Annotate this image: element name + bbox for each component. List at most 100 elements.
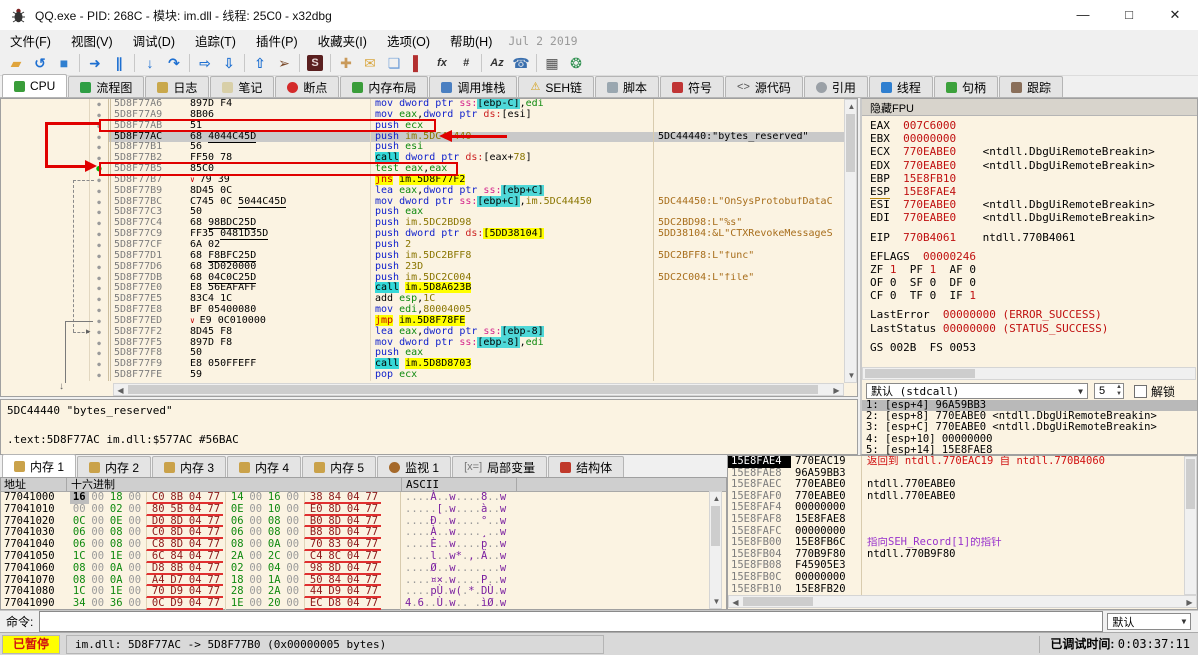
tab-引用[interactable]: 引用 xyxy=(803,76,868,97)
step-out-button[interactable]: ⇩ xyxy=(217,52,241,74)
disasm-row[interactable]: ● 5D8F77FE 59 pop ecx xyxy=(1,369,857,381)
dump-byte[interactable]: C4 xyxy=(304,550,326,563)
disasm-hscrollbar[interactable]: ◀ ▶ xyxy=(113,383,844,396)
dump-byte[interactable]: 77 xyxy=(362,562,381,575)
dump-byte[interactable]: 04 xyxy=(344,550,363,563)
menu-item[interactable]: 追踪(T) xyxy=(185,29,246,52)
register-line[interactable]: ESP 15E8FAE4 xyxy=(870,184,1193,199)
register-line[interactable]: EBX 00000000 xyxy=(870,132,1193,145)
assembler-button[interactable]: Az xyxy=(485,52,509,74)
registers-hscrollbar[interactable] xyxy=(862,367,1196,380)
dump-byte[interactable]: 8B xyxy=(167,562,186,575)
stack-row[interactable]: 15E8FAE4 770EAC19 返回到 ntdll.770EAC19 自 ntd… xyxy=(728,455,1197,468)
register-line[interactable]: ECX 770EABE0 <ntdll.DbgUiRemoteBreakin> xyxy=(870,145,1193,158)
dump-byte[interactable]: 02 xyxy=(107,503,126,516)
register-line[interactable]: ESI 770EABE0 <ntdll.DbgUiRemoteBreakin> xyxy=(870,198,1193,211)
dump-byte[interactable]: 36 xyxy=(107,597,126,610)
dump-byte[interactable]: EC xyxy=(304,597,326,610)
row-dot[interactable]: ● xyxy=(89,370,108,381)
stack-vscrollbar[interactable] xyxy=(1184,456,1197,595)
register-line[interactable]: EDX 770EABE0 <ntdll.DbgUiRemoteBreakin> xyxy=(870,159,1193,172)
register-line[interactable]: ZF 1 PF 1 AF 0 xyxy=(870,263,1193,276)
bottom-tab-局部变量[interactable]: [x=] 局部变量 xyxy=(452,456,548,477)
labels-button[interactable]: ❏ xyxy=(382,52,406,74)
dump-byte[interactable]: 77 xyxy=(204,503,223,516)
stack-row[interactable]: 15E8FB00 15E8FB6C 指向SEH_Record[1]的指针 xyxy=(728,537,1197,549)
registers-pane[interactable]: 隐藏FPU EAX 007C6000 EBX 00000000 ECX 770EAB… xyxy=(860,98,1198,455)
dump-byte[interactable]: 6C xyxy=(146,550,168,563)
row-dot[interactable]: ● xyxy=(89,283,108,295)
dump-byte[interactable]: 8C xyxy=(325,550,344,563)
stack-row[interactable]: 15E8FB0C 00000000 xyxy=(728,571,1197,584)
dump-byte[interactable]: 04 xyxy=(344,597,363,610)
unlock-checkbox[interactable] xyxy=(1134,384,1147,398)
restart-button[interactable]: ↺ xyxy=(28,52,52,74)
dump-byte[interactable]: 00 xyxy=(89,503,108,516)
dump-byte[interactable]: 1E xyxy=(225,597,247,610)
dump-byte[interactable]: 5B xyxy=(167,503,186,516)
row-dot[interactable]: ● xyxy=(89,218,108,230)
tab-日志[interactable]: 日志 xyxy=(145,76,210,97)
row-dot[interactable]: ● xyxy=(89,272,108,284)
dump-byte[interactable]: 00 xyxy=(126,550,145,563)
bottom-tab-内存 5[interactable]: 内存 5 xyxy=(302,456,377,477)
dump-byte[interactable]: 00 xyxy=(126,562,145,575)
dump-byte[interactable]: 04 xyxy=(344,562,363,575)
phone-button[interactable]: ☎ xyxy=(509,52,533,74)
tab-线程[interactable]: 线程 xyxy=(868,76,933,97)
register-line[interactable]: EDI 770EABE0 <ntdll.DbgUiRemoteBreakin> xyxy=(870,211,1193,224)
menu-item[interactable]: 帮助(H) xyxy=(440,29,502,52)
dump-byte[interactable]: 04 xyxy=(186,562,205,575)
dump-byte[interactable]: 04 xyxy=(186,597,205,610)
dump-byte[interactable]: 00 xyxy=(89,550,108,563)
tab-笔记[interactable]: 笔记 xyxy=(210,76,275,97)
dump-byte[interactable]: D8 xyxy=(146,562,168,575)
dump-byte[interactable]: 00 xyxy=(247,562,266,575)
calling-convention-select[interactable]: 默认 (stdcall) ▼ xyxy=(866,383,1088,399)
dump-byte[interactable]: 00 xyxy=(284,503,303,516)
shortcuts-button[interactable]: # xyxy=(454,52,478,74)
dump-vscrollbar[interactable]: ▲ ▼ xyxy=(709,491,722,609)
row-dot[interactable]: ● xyxy=(89,196,108,208)
dump-byte[interactable]: 00 xyxy=(89,597,108,610)
dump-byte[interactable]: 0C xyxy=(146,597,168,610)
step-into-button[interactable]: ↓ xyxy=(138,52,162,74)
stop-button[interactable]: ■ xyxy=(52,52,76,74)
register-line[interactable]: OF 0 SF 0 DF 0 xyxy=(870,276,1193,289)
dump-byte[interactable]: 1C xyxy=(70,550,89,563)
bottom-tab-内存 2[interactable]: 内存 2 xyxy=(77,456,152,477)
dump-byte[interactable]: 20 xyxy=(265,597,284,610)
row-dot[interactable]: ● xyxy=(89,142,108,154)
bookmarks-button[interactable]: ▌ xyxy=(406,52,430,74)
dump-byte[interactable]: 77 xyxy=(204,562,223,575)
arg-count-spinner[interactable]: 5 ▲ ▼ xyxy=(1094,383,1124,399)
row-dot[interactable]: ● xyxy=(89,294,108,306)
menu-item[interactable]: 收藏夹(I) xyxy=(308,29,377,52)
dump-row[interactable]: 77041060 08 00 0A 00 D8 8B 04 77 02 00 04 00 98 8D 04 77… xyxy=(1,562,726,575)
register-line[interactable]: LastStatus 00000000 (STATUS_SUCCESS) xyxy=(870,322,1193,335)
register-line[interactable]: EBP 15E8FB10 xyxy=(870,172,1193,185)
bottom-tab-内存 1[interactable]: 内存 1 xyxy=(2,454,77,477)
dump-byte[interactable]: 77 xyxy=(362,550,381,563)
dump-byte[interactable]: 77 xyxy=(204,550,223,563)
maximize-button[interactable]: □ xyxy=(1106,0,1152,30)
step-over-button[interactable]: ↷ xyxy=(162,52,186,74)
tab-跟踪[interactable]: 跟踪 xyxy=(998,76,1063,97)
register-line[interactable]: EIP 770B4061 ntdll.770B4061 xyxy=(870,231,1193,244)
run-button[interactable]: ➜ xyxy=(83,52,107,74)
dump-byte[interactable]: 00 xyxy=(247,597,266,610)
dump-byte[interactable]: 00 xyxy=(70,503,89,516)
row-dot[interactable]: ● xyxy=(89,337,108,349)
execute-till-return-button[interactable]: ⇧ xyxy=(248,52,272,74)
bottom-tab-内存 4[interactable]: 内存 4 xyxy=(227,456,302,477)
dump-byte[interactable]: 00 xyxy=(126,597,145,610)
tab-流程图[interactable]: 流程图 xyxy=(68,76,145,97)
run-to-cursor-button[interactable]: ⇨ xyxy=(193,52,217,74)
register-line[interactable]: LastError 00000000 (ERROR_SUCCESS) xyxy=(870,308,1193,321)
tab-SEH链[interactable]: ⚠ SEH链 xyxy=(518,76,594,97)
dump-byte[interactable]: 00 xyxy=(284,550,303,563)
dump-byte[interactable]: 04 xyxy=(265,562,284,575)
dump-byte[interactable]: 8D xyxy=(325,562,344,575)
dump-byte[interactable]: 84 xyxy=(167,550,186,563)
tab-内存布局[interactable]: 内存布局 xyxy=(340,76,429,97)
